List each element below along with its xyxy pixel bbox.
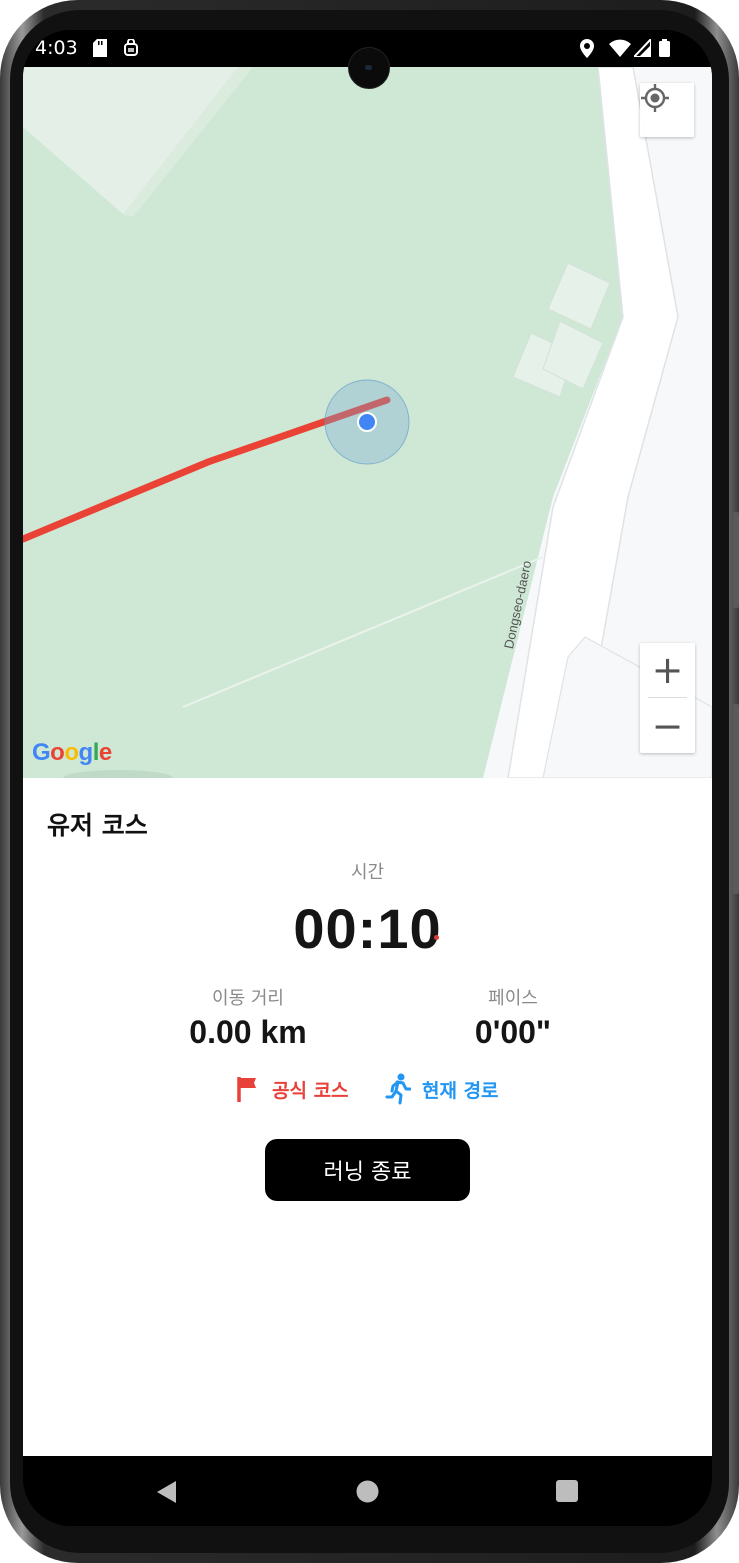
legend-official-course: 공식 코스 — [236, 1074, 349, 1104]
elapsed-time: 00:10 — [293, 897, 442, 960]
volume-button — [733, 512, 739, 608]
location-icon — [580, 39, 594, 62]
google-logo: Google — [32, 739, 112, 767]
screen: 4:03 Dongseo-daero + − Google 유저 코스 시간 0… — [23, 30, 712, 1526]
google-logo-letter: G — [32, 739, 51, 766]
phone-frame: 4:03 Dongseo-daero + − Google 유저 코스 시간 0… — [0, 0, 739, 1563]
power-button — [733, 704, 739, 894]
pace-value: 0'00" — [474, 1014, 552, 1050]
front-camera — [348, 47, 390, 89]
crosshair-icon — [641, 84, 669, 112]
course-title: 유저 코스 — [47, 811, 148, 840]
building — [547, 262, 611, 330]
google-logo-letter: o — [50, 739, 65, 766]
zoom-in-button[interactable]: + — [640, 643, 695, 697]
recents-icon[interactable] — [556, 1480, 578, 1506]
running-stats-panel: 유저 코스 시간 00:10 이동 거리 0.00 km 페이스 0'00" 공… — [23, 778, 712, 1456]
battery-icon — [659, 39, 670, 61]
time-indicator-dot — [434, 935, 439, 940]
my-location-button[interactable] — [640, 83, 694, 137]
sync-icon — [123, 38, 139, 61]
legend-current-route: 현재 경로 — [385, 1073, 499, 1105]
time-label: 시간 — [350, 862, 385, 883]
legend-current-label: 현재 경로 — [422, 1079, 499, 1102]
pace-label: 페이스 — [488, 988, 538, 1009]
signal-icon — [631, 36, 652, 61]
map-view[interactable]: Dongseo-daero + − Google — [23, 67, 712, 778]
back-icon[interactable] — [155, 1480, 177, 1508]
google-logo-letter: e — [98, 739, 112, 766]
wifi-icon — [609, 39, 631, 61]
flag-icon — [237, 1077, 256, 1102]
map-canvas — [23, 67, 712, 778]
stop-running-button[interactable]: 러닝 종료 — [265, 1139, 470, 1201]
system-nav-bar — [23, 1456, 712, 1526]
running-person-icon — [385, 1073, 411, 1105]
footpath — [182, 556, 544, 708]
zoom-out-button[interactable]: − — [640, 699, 695, 753]
distance-label: 이동 거리 — [212, 988, 284, 1009]
google-logo-letter: g — [78, 739, 94, 766]
legend-official-label: 공식 코스 — [272, 1079, 349, 1102]
zoom-divider — [648, 697, 687, 698]
zoom-controls: + − — [640, 643, 695, 753]
status-time: 4:03 — [35, 37, 78, 59]
park-area — [23, 67, 238, 214]
current-location-dot — [357, 412, 377, 432]
google-logo-letter: o — [64, 739, 79, 766]
distance-value: 0.00 km — [189, 1014, 307, 1050]
sd-card-icon — [93, 39, 107, 61]
park-feature — [63, 770, 173, 778]
home-icon[interactable] — [356, 1480, 379, 1507]
